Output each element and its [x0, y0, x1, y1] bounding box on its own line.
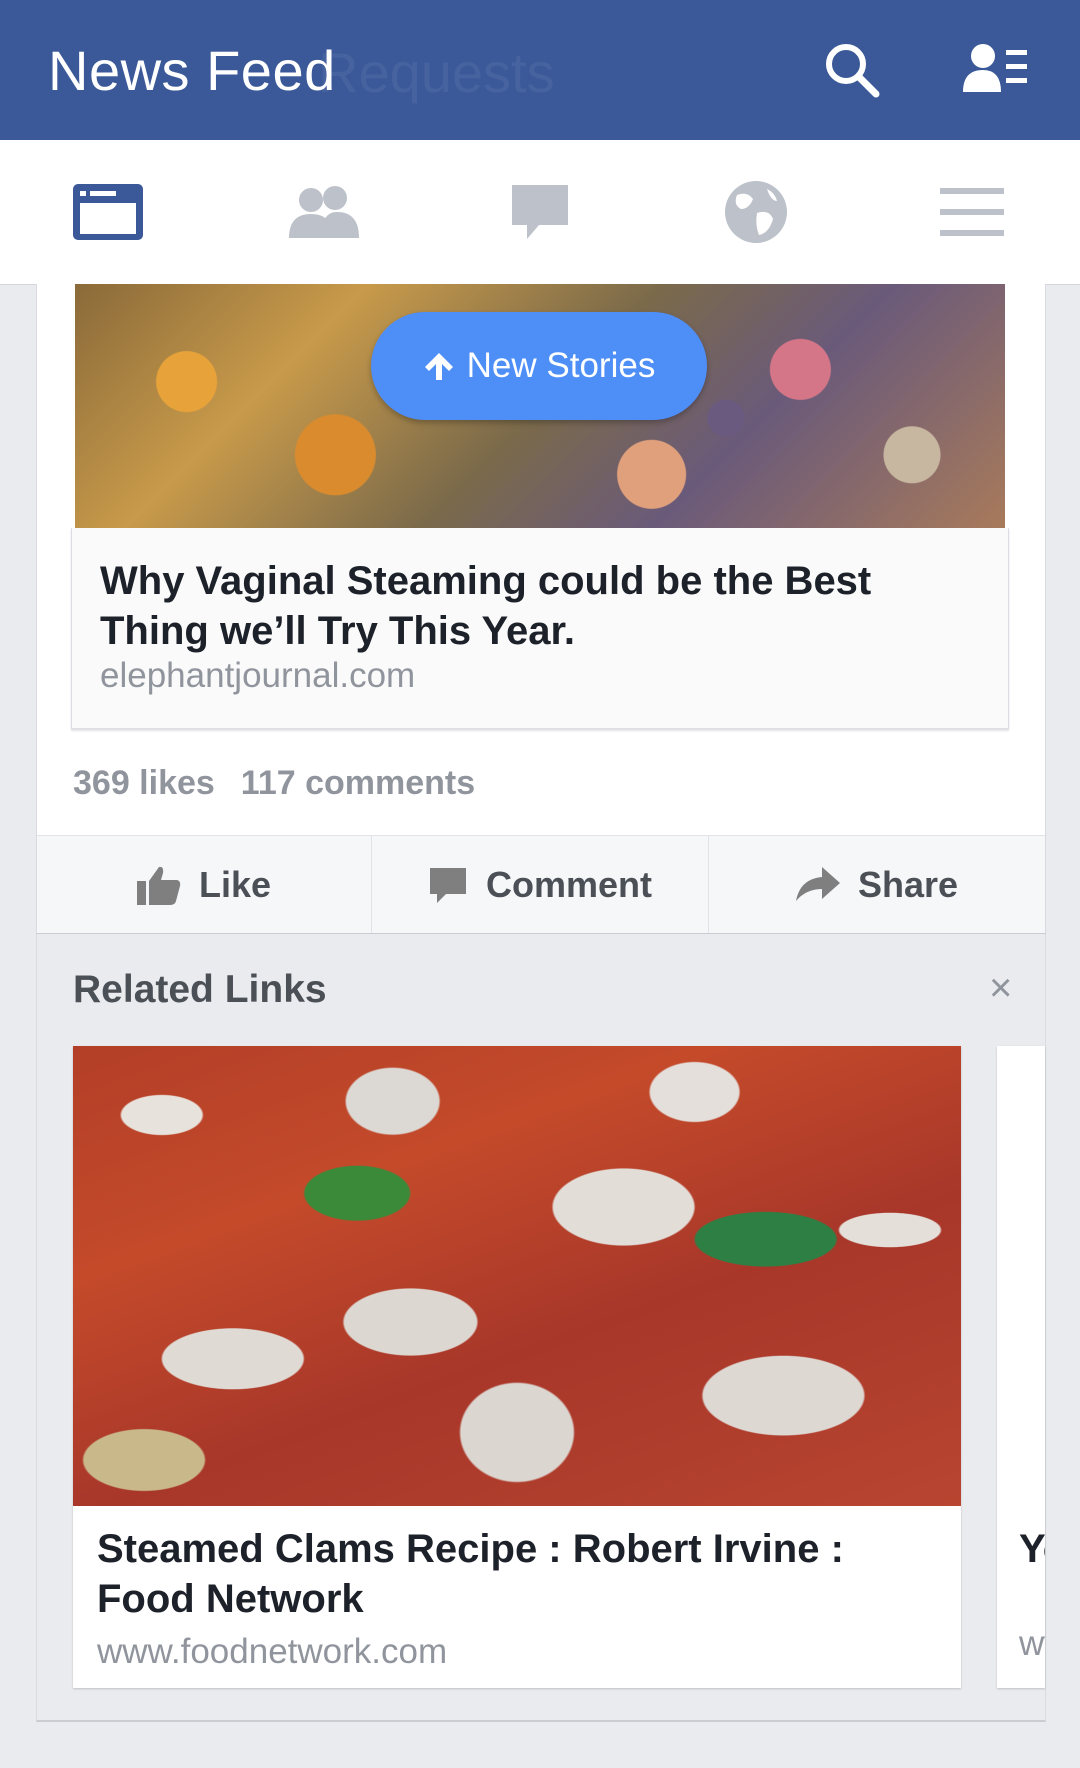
related-link-title: Steamed Clams Recipe : Robert Irvine : F… [97, 1527, 844, 1621]
tab-more[interactable] [864, 140, 1080, 284]
link-preview[interactable]: Why Vaginal Steaming could be the Best T… [71, 528, 1009, 729]
related-link-domain: www.foodnetwork.com [97, 1632, 448, 1671]
tab-news-feed[interactable] [0, 140, 216, 284]
tab-notifications[interactable] [648, 140, 864, 284]
tab-bar [0, 140, 1080, 285]
engagement-counts: 369 likes 117 comments [73, 764, 475, 803]
search-icon [826, 44, 880, 98]
new-stories-button[interactable]: New Stories [371, 312, 707, 420]
link-title: Why Vaginal Steaming could be the Best T… [100, 559, 872, 653]
related-links-title: Related Links [73, 968, 327, 1011]
share-arrow-icon [795, 866, 840, 901]
new-stories-label: New Stories [466, 346, 656, 385]
chat-bubble-icon [512, 185, 568, 239]
link-domain: elephantjournal.com [100, 656, 416, 695]
likes-count[interactable]: 369 likes [73, 764, 215, 802]
comment-label: Comment [485, 863, 652, 905]
related-link-domain: www [1019, 1624, 1045, 1663]
like-label: Like [198, 863, 272, 905]
like-button[interactable]: Like [37, 836, 371, 933]
related-link-image [73, 1046, 961, 1506]
thumbs-up-icon [136, 866, 181, 905]
related-link-title: Yor [1019, 1527, 1045, 1571]
story-action-bar: Like Comment Share [37, 835, 1045, 933]
tab-friend-requests[interactable] [216, 140, 432, 284]
friend-list-button[interactable] [956, 30, 1036, 110]
person-list-icon [963, 44, 1027, 92]
related-links-section: Related Links × Steamed Clams Recipe : R… [36, 934, 1046, 1722]
share-label: Share [857, 863, 959, 905]
comment-button[interactable]: Comment [372, 836, 708, 933]
news-feed-icon [73, 184, 143, 240]
page-title: News Feed [48, 39, 336, 102]
related-link-image [997, 1046, 1045, 1506]
comment-icon [429, 867, 466, 903]
arrow-up-icon [424, 353, 453, 380]
ghost-title: Requests [318, 41, 555, 104]
friends-icon [289, 186, 359, 238]
search-button[interactable] [812, 30, 892, 110]
top-app-bar: Requests News Feed [0, 0, 1080, 140]
globe-icon [725, 181, 787, 243]
close-icon[interactable]: × [989, 966, 1012, 1011]
tab-messages[interactable] [432, 140, 648, 284]
comments-count[interactable]: 117 comments [241, 764, 475, 802]
related-link-card[interactable]: Steamed Clams Recipe : Robert Irvine : F… [73, 1046, 961, 1688]
related-link-card-partial[interactable]: Yor www [997, 1046, 1045, 1688]
hamburger-menu-icon [940, 188, 1004, 236]
share-button[interactable]: Share [709, 836, 1045, 933]
